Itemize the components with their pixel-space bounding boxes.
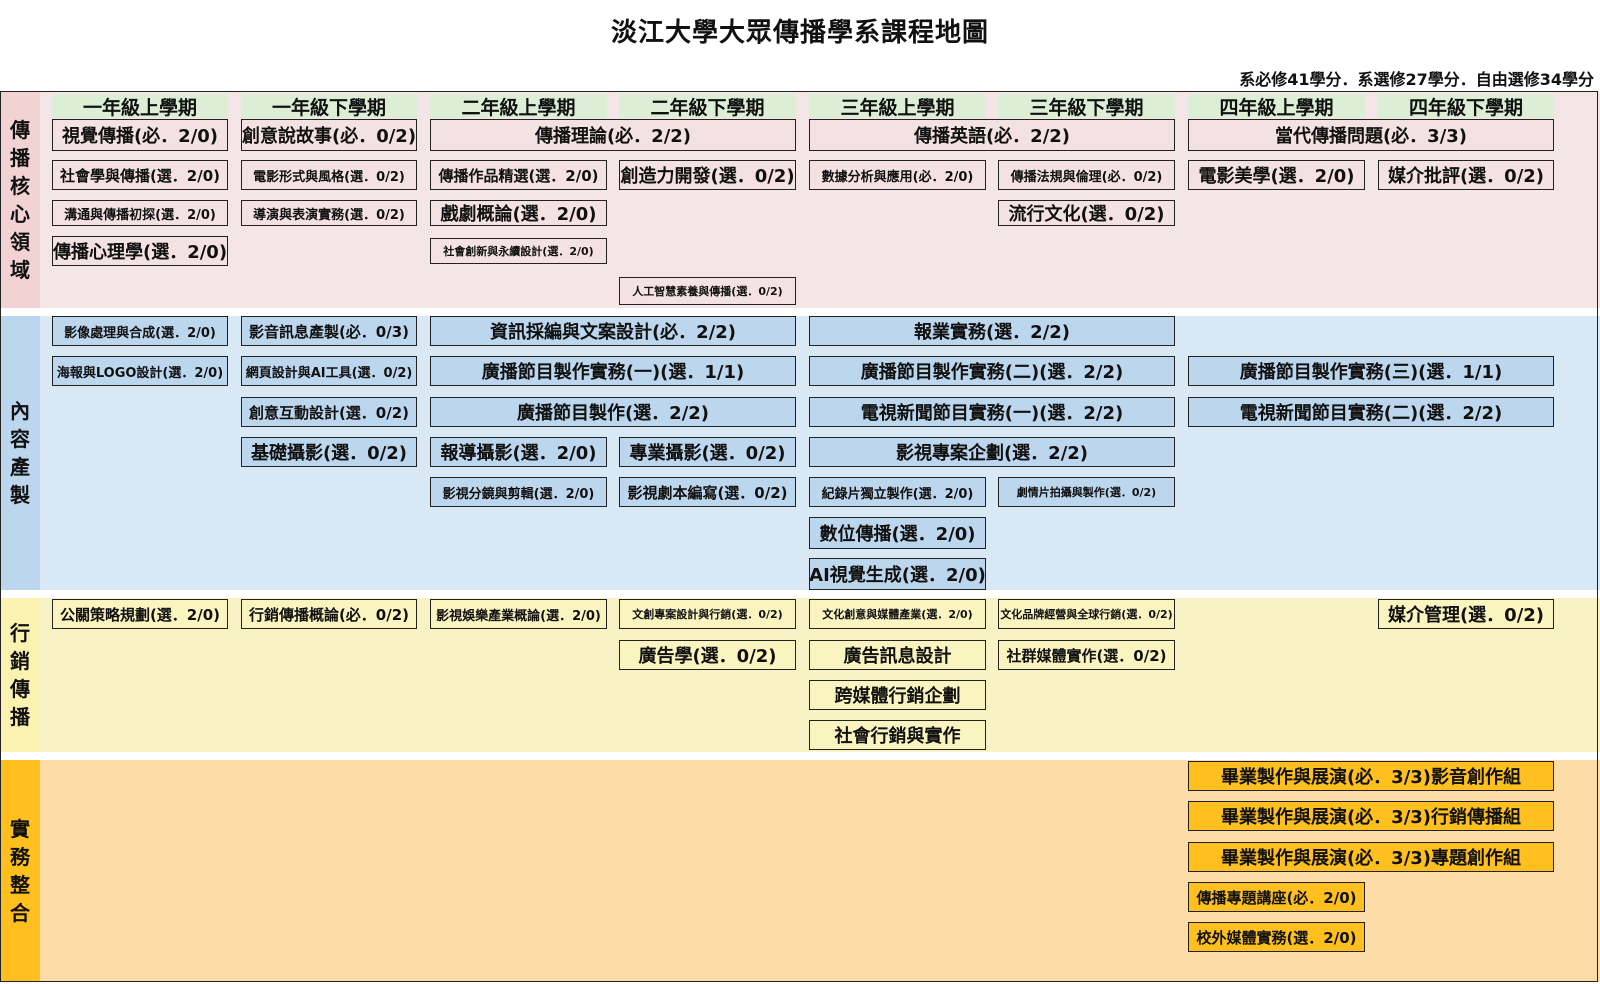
course-box: 傳播專題講座(必．2/0) xyxy=(1188,882,1365,912)
area-label-content: 內容產製 xyxy=(0,316,40,590)
course-box: 劇情片拍攝與製作(選．0/2) xyxy=(998,477,1175,507)
area-label-core: 傳播核心領域 xyxy=(0,92,40,308)
semester-header: 二年級上學期 xyxy=(430,94,607,119)
course-box: 電影形式與風格(選．0/2) xyxy=(241,160,417,190)
area-label-practice: 實務整合 xyxy=(0,760,40,982)
course-box: 電視新聞節目實務(二)(選．2/2) xyxy=(1188,397,1554,427)
course-box: 影視分鏡與剪輯(選．2/0) xyxy=(430,477,607,507)
course-box: 電影美學(選．2/0) xyxy=(1188,160,1365,190)
course-box: 畢業製作與展演(必．3/3)專題創作組 xyxy=(1188,842,1554,872)
course-box: 社會行銷與實作 xyxy=(809,720,986,750)
course-box: 電視新聞節目實務(一)(選．2/2) xyxy=(809,397,1175,427)
course-box: 流行文化(選．0/2) xyxy=(998,200,1175,226)
course-box: 社會創新與永續設計(選．2/0) xyxy=(430,238,607,264)
course-box: 網頁設計與AI工具(選．0/2) xyxy=(241,356,417,386)
course-box: 溝通與傳播初探(選．2/0) xyxy=(52,200,228,226)
course-box: 創造力開發(選．0/2) xyxy=(619,160,796,190)
course-box: 社會學與傳播(選．2/0) xyxy=(52,160,228,190)
course-box: 數位傳播(選．2/0) xyxy=(809,517,986,549)
course-box: 媒介批評(選．0/2) xyxy=(1378,160,1554,190)
course-box: 行銷傳播概論(必．0/2) xyxy=(241,599,417,629)
course-box: 導演與表演實務(選．0/2) xyxy=(241,200,417,226)
course-box: 廣播節目製作實務(一)(選．1/1) xyxy=(430,356,796,386)
course-box: 專業攝影(選．0/2) xyxy=(619,437,796,467)
area-marketing: 行銷傳播 xyxy=(0,598,1600,752)
semester-header: 三年級下學期 xyxy=(998,94,1175,119)
course-box: 傳播理論(必．2/2) xyxy=(430,119,796,151)
course-box: 廣告學(選．0/2) xyxy=(619,640,796,670)
course-box: 公關策略規劃(選．2/0) xyxy=(52,599,228,629)
course-box: 廣播節目製作實務(三)(選．1/1) xyxy=(1188,356,1554,386)
course-box: 廣告訊息設計 xyxy=(809,640,986,670)
course-box: 報業實務(選．2/2) xyxy=(809,316,1175,346)
course-box: 廣播節目製作(選．2/2) xyxy=(430,397,796,427)
course-box: 創意互動設計(選．0/2) xyxy=(241,397,417,427)
course-box: 影像處理與合成(選．2/0) xyxy=(52,316,228,346)
course-box: AI視覺生成(選．2/0) xyxy=(809,558,986,590)
course-box: 數據分析與應用(必．2/0) xyxy=(809,160,986,190)
course-box: 媒介管理(選．0/2) xyxy=(1378,599,1554,629)
semester-header: 二年級下學期 xyxy=(619,94,796,119)
semester-header: 一年級下學期 xyxy=(241,94,417,119)
course-box: 資訊採編與文案設計(必．2/2) xyxy=(430,316,796,346)
course-box: 傳播法規與倫理(必．0/2) xyxy=(998,160,1175,190)
area-label-marketing: 行銷傳播 xyxy=(0,598,40,752)
semester-header: 三年級上學期 xyxy=(809,94,986,119)
semester-header: 一年級上學期 xyxy=(52,94,228,119)
course-box: 人工智慧素養與傳播(選．0/2) xyxy=(619,277,796,305)
course-box: 基礎攝影(選．0/2) xyxy=(241,437,417,467)
course-box: 文化創意與媒體產業(選．2/0) xyxy=(809,599,986,629)
course-box: 影音訊息產製(必．0/3) xyxy=(241,316,417,346)
course-box: 影視劇本編寫(選．0/2) xyxy=(619,477,796,507)
course-box: 跨媒體行銷企劃 xyxy=(809,680,986,710)
course-box: 校外媒體實務(選．2/0) xyxy=(1188,922,1365,952)
course-box: 當代傳播問題(必．3/3) xyxy=(1188,119,1554,151)
semester-header: 四年級下學期 xyxy=(1378,94,1554,119)
course-box: 影視專案企劃(選．2/2) xyxy=(809,437,1175,467)
course-box: 文化品牌經營與全球行銷(選．0/2) xyxy=(998,599,1175,629)
page-title: 淡江大學大眾傳播學系課程地圖 xyxy=(610,18,989,48)
semester-header: 四年級上學期 xyxy=(1188,94,1365,119)
course-box: 文創專案設計與行銷(選．0/2) xyxy=(619,599,796,629)
course-box: 報導攝影(選．2/0) xyxy=(430,437,607,467)
course-box: 影視娛樂產業概論(選．2/0) xyxy=(430,599,607,629)
course-box: 畢業製作與展演(必．3/3)影音創作組 xyxy=(1188,761,1554,791)
course-box: 戲劇概論(選．2/0) xyxy=(430,200,607,226)
course-box: 畢業製作與展演(必．3/3)行銷傳播組 xyxy=(1188,801,1554,831)
course-box: 視覺傳播(必．2/0) xyxy=(52,119,228,151)
course-box: 傳播心理學(選．2/0) xyxy=(52,236,228,266)
course-box: 社群媒體實作(選．0/2) xyxy=(998,640,1175,670)
course-box: 海報與LOGO設計(選．2/0) xyxy=(52,356,228,386)
course-box: 創意說故事(必．0/2) xyxy=(241,119,417,151)
course-box: 紀錄片獨立製作(選．2/0) xyxy=(809,477,986,507)
course-box: 傳播作品精選(選．2/0) xyxy=(430,160,607,190)
course-box: 廣播節目製作實務(二)(選．2/2) xyxy=(809,356,1175,386)
course-box: 傳播英語(必．2/2) xyxy=(809,119,1175,151)
credit-summary: 系必修41學分．系選修27學分．自由選修34學分 xyxy=(1239,70,1594,89)
